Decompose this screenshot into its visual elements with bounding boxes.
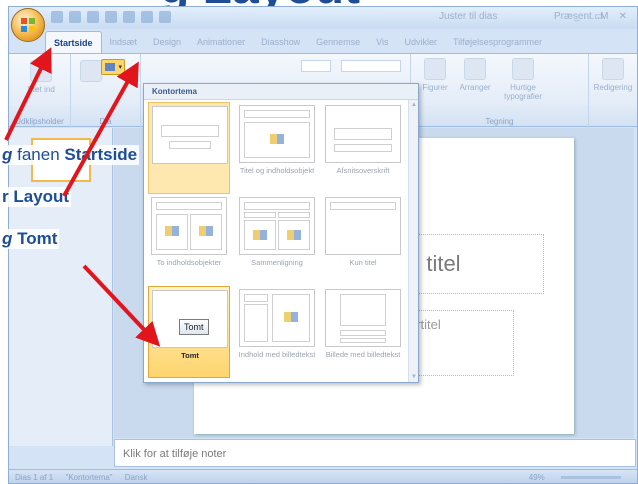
office-logo-icon [21,18,35,32]
arrow-to-layout [62,61,139,197]
arrow-to-blank [82,264,161,347]
instruction-arrows [4,47,161,347]
office-button[interactable] [11,8,45,42]
arrow-to-startside [4,47,52,141]
